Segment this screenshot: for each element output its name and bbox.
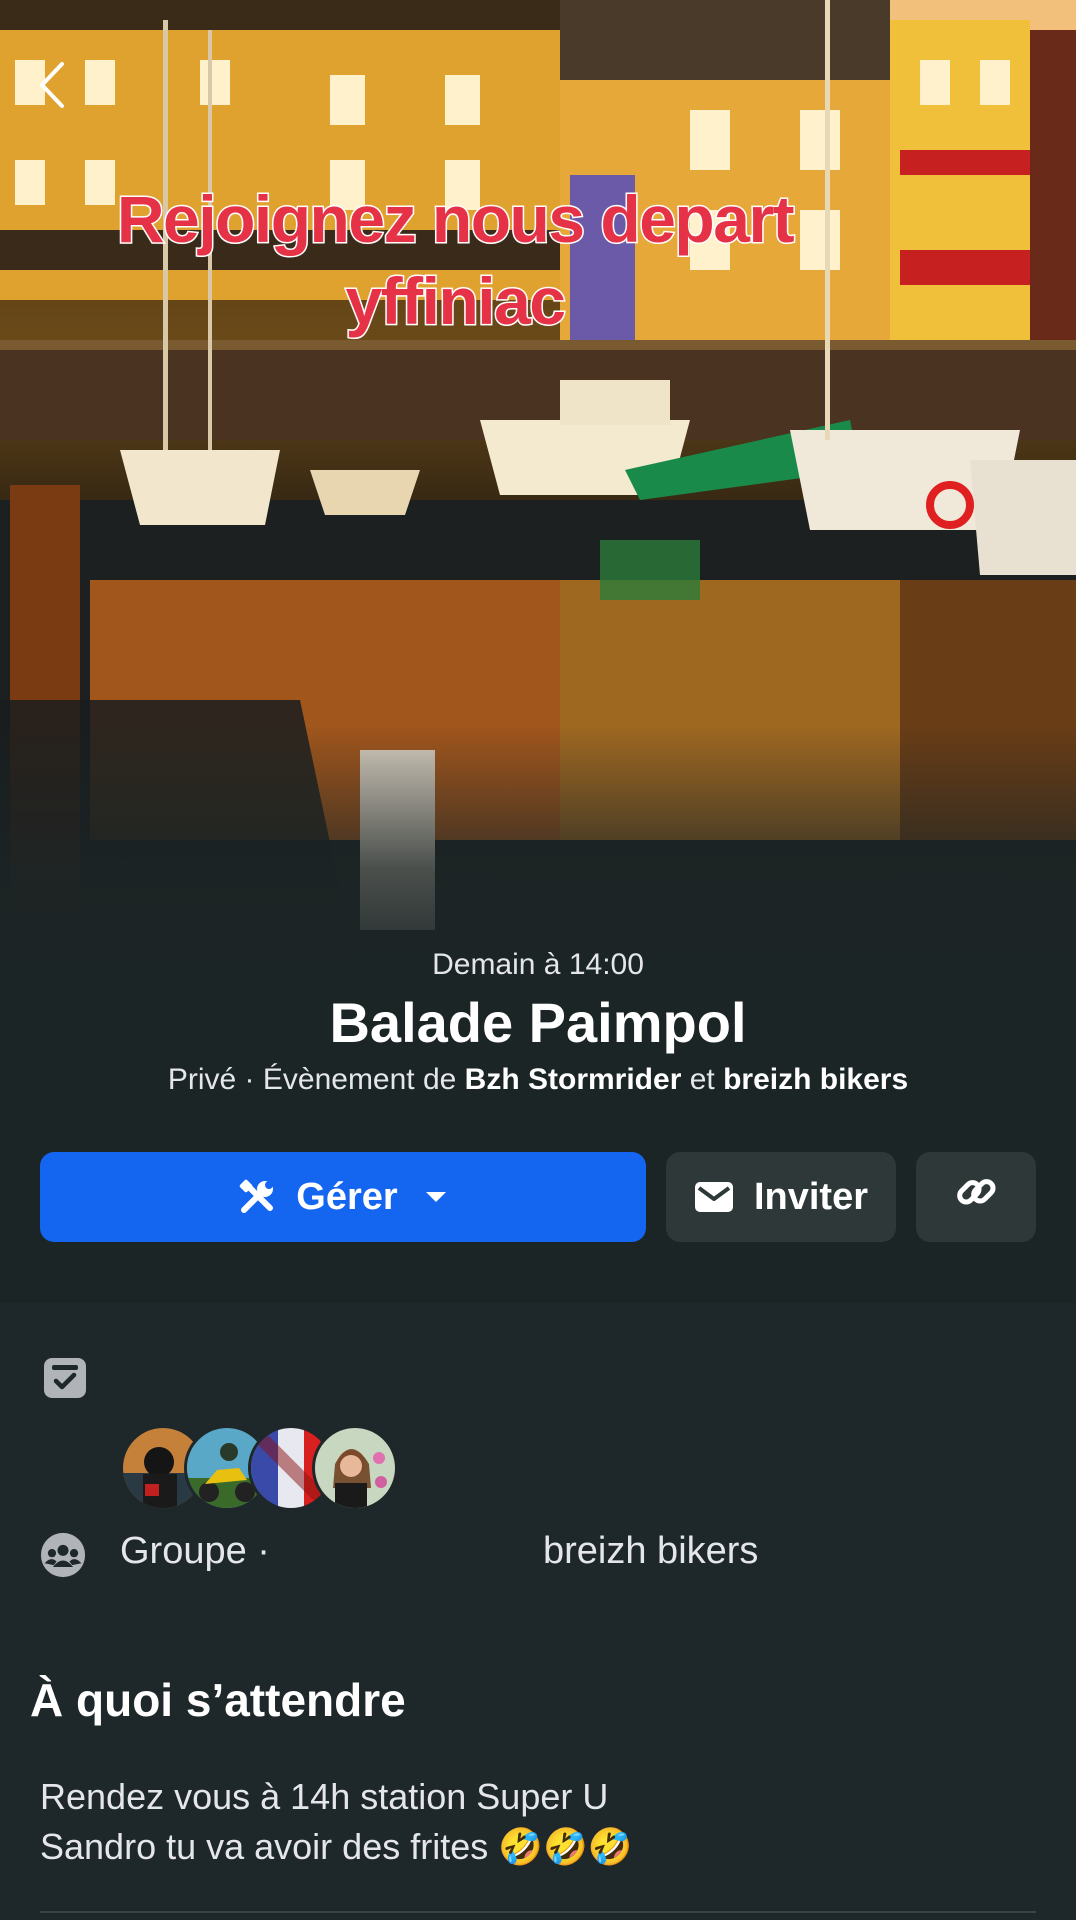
- event-title: Balade Paimpol: [329, 991, 747, 1054]
- invite-label: Inviter: [753, 1175, 869, 1218]
- envelope-icon: [694, 1181, 734, 1213]
- meta-separator: ·: [236, 1063, 263, 1096]
- host-link-2[interactable]: breizh bikers: [723, 1063, 908, 1096]
- event-description: Rendez vous à 14h station Super U Sandro…: [40, 1772, 633, 1872]
- group-icon: [40, 1532, 86, 1578]
- overlay-line-2: yffiniac: [344, 263, 568, 340]
- description-line-2: Sandro tu va avoir des frites 🤣🤣🤣: [40, 1826, 633, 1867]
- host-link-1[interactable]: Bzh Stormrider: [465, 1063, 682, 1096]
- description-line-1: Rendez vous à 14h station Super U: [40, 1776, 609, 1817]
- cover-overlay-text: Rejoignez nous depart yffiniac: [60, 178, 850, 342]
- section-title: À quoi s’attendre: [30, 1674, 406, 1726]
- caret-down-icon: [424, 1190, 448, 1204]
- cover-photo: Rejoignez nous depart yffiniac: [0, 0, 1076, 985]
- copy-link-button[interactable]: [916, 1152, 1036, 1242]
- overlay-line-1: Rejoignez nous depart: [115, 181, 796, 258]
- link-icon: [955, 1171, 997, 1223]
- event-meta: Privé · Évènement de Bzh Stormrider et b…: [0, 1063, 1076, 1097]
- invite-button[interactable]: Inviter: [666, 1152, 896, 1242]
- tools-icon: [238, 1178, 276, 1216]
- host-conjunction: et: [681, 1063, 724, 1096]
- event-date: Demain à 14:00: [432, 948, 644, 981]
- cover-gradient: [0, 725, 1076, 985]
- group-label: Groupe ·: [120, 1530, 270, 1572]
- manage-label: Gérer: [296, 1175, 398, 1218]
- group-name-link[interactable]: breizh bikers: [543, 1530, 758, 1573]
- avatar[interactable]: [312, 1425, 398, 1511]
- manage-button[interactable]: Gérer: [40, 1152, 646, 1242]
- back-button[interactable]: [36, 60, 80, 120]
- calendar-check-icon: [42, 1354, 88, 1400]
- divider: [40, 1911, 1036, 1913]
- hosted-by-prefix: Évènement de: [262, 1063, 465, 1096]
- privacy-label: Privé: [167, 1063, 237, 1096]
